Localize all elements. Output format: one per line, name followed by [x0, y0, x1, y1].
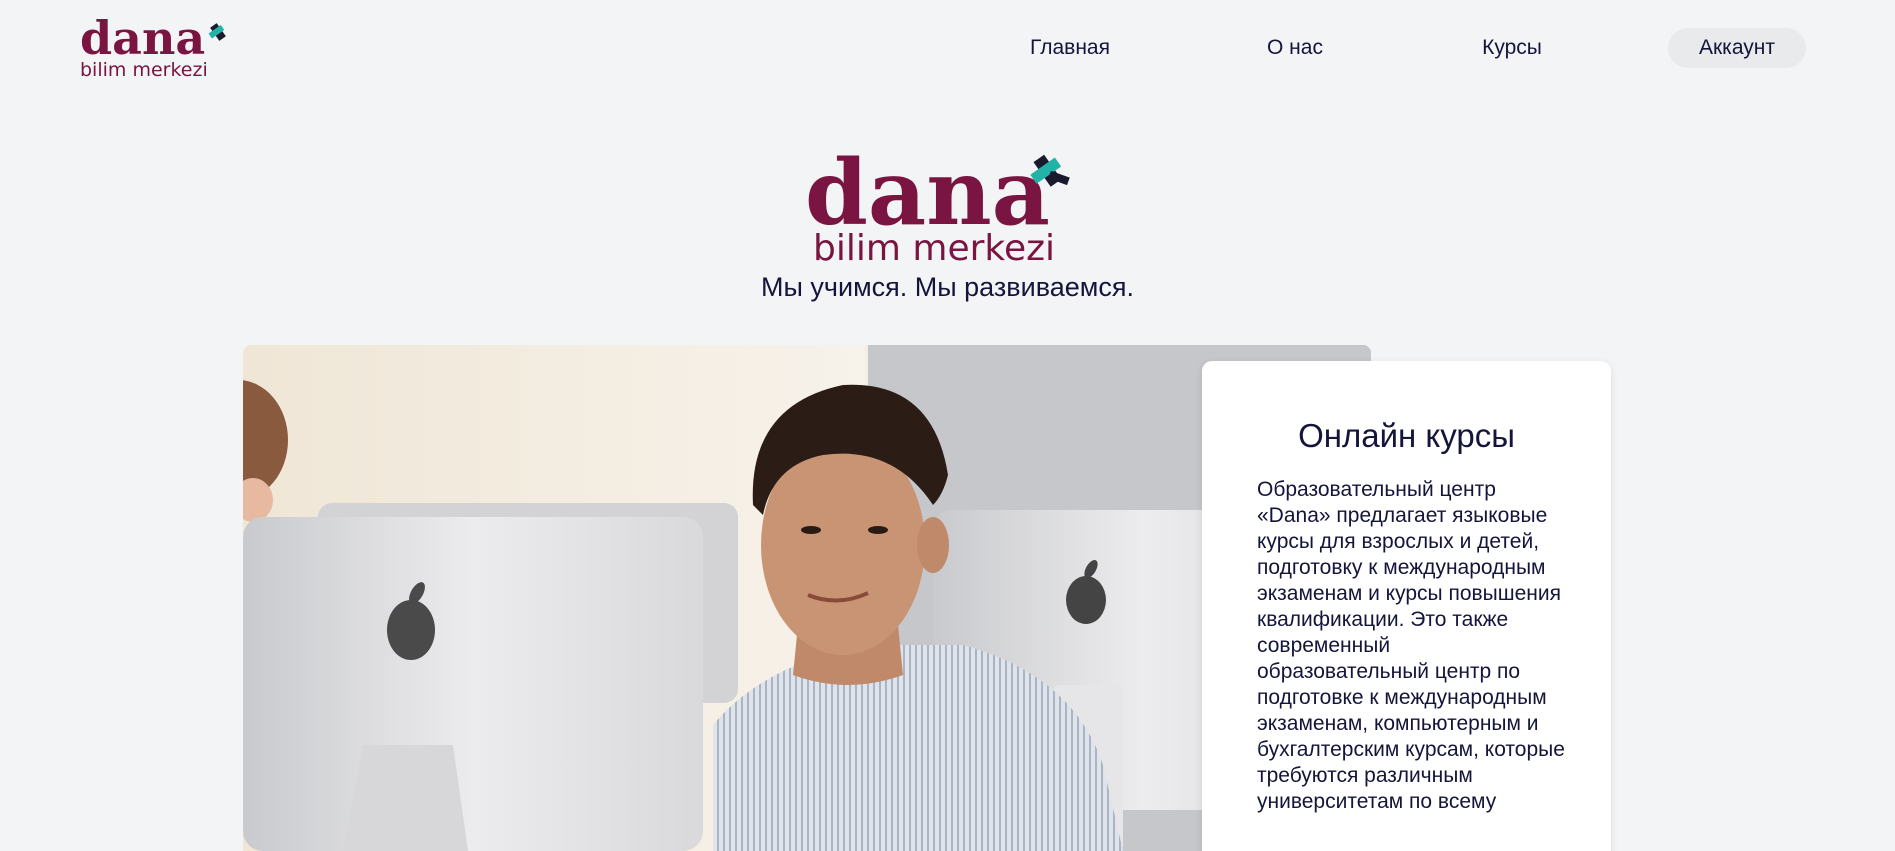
nav-about[interactable]: О нас [1235, 28, 1355, 68]
nav-account-button[interactable]: Аккаунт [1668, 28, 1806, 68]
main-nav: Главная О нас Курсы Аккаунт [0, 28, 1895, 68]
nav-home[interactable]: Главная [1010, 28, 1130, 68]
online-courses-card: Онлайн курсы Образовательный центр «Dana… [1202, 361, 1611, 851]
hero-logo: dana bilim merkezi [805, 148, 1070, 266]
hero-tagline: Мы учимся. Мы развиваемся. [761, 272, 1134, 302]
card-description: Образовательный центр «Dana» предлагает … [1257, 478, 1565, 813]
nav-courses[interactable]: Курсы [1452, 28, 1572, 68]
hero-logo-subtitle: bilim merkezi [813, 228, 1055, 266]
site-header: dana bilim merkezi Главная О нас Курсы А… [0, 0, 1895, 96]
card-title: Онлайн курсы [1298, 417, 1515, 454]
